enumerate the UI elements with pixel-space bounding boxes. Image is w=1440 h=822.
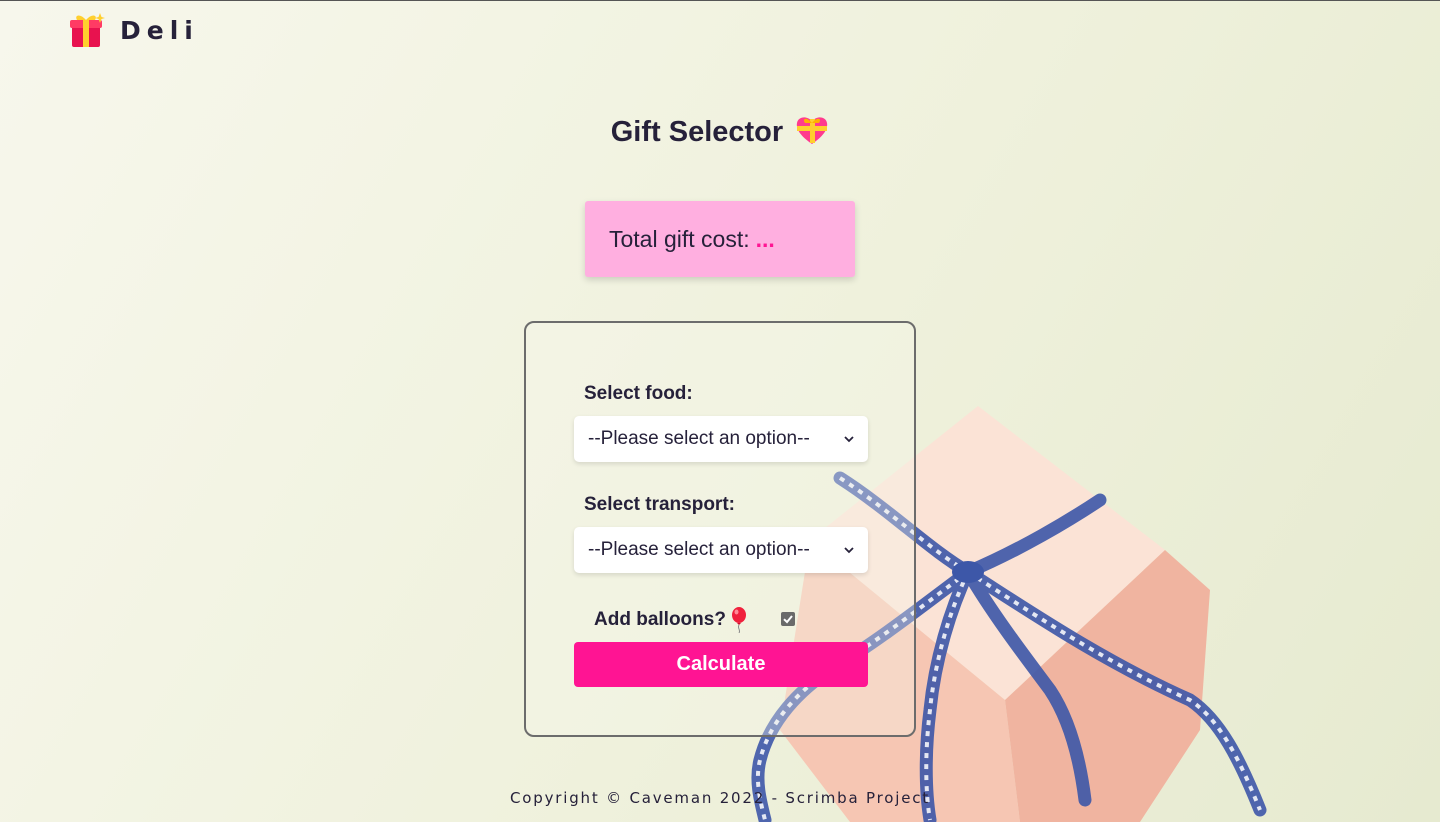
- page-title-text: Gift Selector: [610, 116, 784, 148]
- total-gift-cost-panel: Total gift cost: ...: [585, 201, 855, 277]
- food-select[interactable]: --Please select an option--: [574, 416, 868, 462]
- total-gift-cost-label: Total gift cost:: [609, 225, 750, 252]
- page-title: Gift Selector: [0, 114, 1440, 149]
- transport-label: Select transport:: [584, 494, 735, 515]
- balloons-checkbox[interactable]: [781, 612, 795, 626]
- balloons-label: Add balloons?: [594, 609, 726, 630]
- gift-icon[interactable]: [68, 11, 106, 49]
- food-label: Select food:: [584, 383, 693, 404]
- gift-form: Select food: --Please select an option--…: [524, 321, 916, 737]
- total-gift-cost-value: ...: [755, 225, 775, 252]
- heart-with-ribbon-icon: [797, 117, 828, 144]
- transport-select[interactable]: --Please select an option--: [574, 527, 868, 573]
- navbar: Deli: [68, 10, 199, 50]
- chevron-down-icon: [844, 436, 854, 443]
- chevron-down-icon: [844, 547, 854, 554]
- food-select-value: --Please select an option--: [588, 428, 810, 449]
- transport-select-value: --Please select an option--: [588, 539, 810, 560]
- top-rule: [0, 0, 1440, 1]
- checkmark-icon: [783, 615, 793, 624]
- footer-copyright: Copyright © Caveman 2022 - Scrimba Proje…: [510, 789, 930, 807]
- brand-name[interactable]: Deli: [120, 16, 199, 45]
- calculate-button[interactable]: Calculate: [574, 642, 868, 687]
- balloons-option: Add balloons?: [594, 605, 748, 635]
- balloon-icon: [731, 607, 746, 633]
